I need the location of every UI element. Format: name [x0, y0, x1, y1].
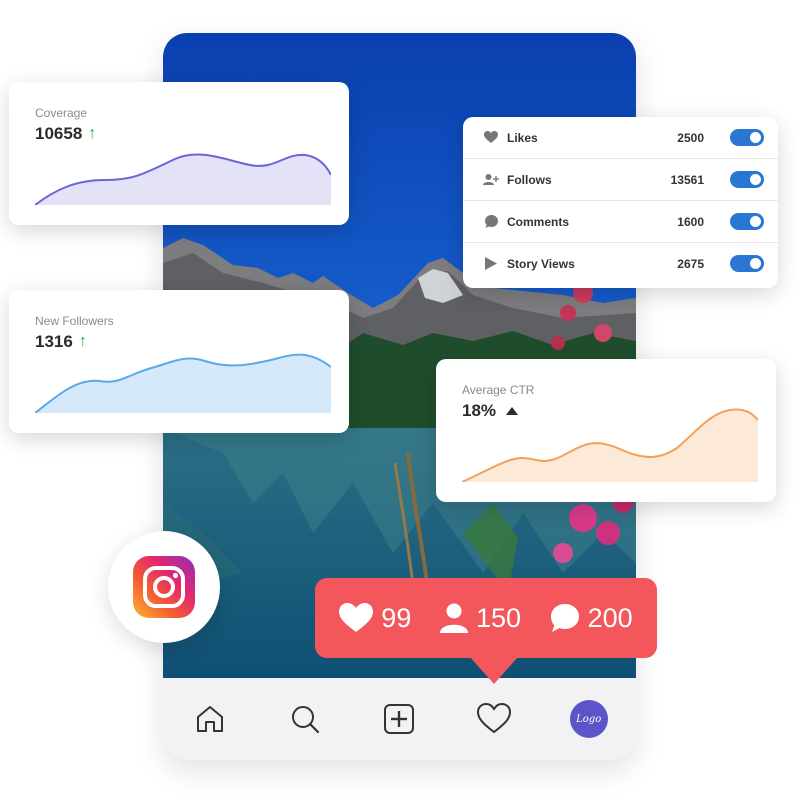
profile-button[interactable]: Logo: [567, 697, 611, 741]
story-views-toggle[interactable]: [730, 255, 764, 272]
stat-row-likes: Likes 2500: [463, 117, 778, 159]
play-icon: [483, 256, 499, 272]
coverage-sparkline: [35, 153, 331, 205]
search-icon: [291, 706, 319, 734]
add-user-icon: [483, 172, 499, 188]
arrow-up-icon: ↑: [78, 333, 87, 350]
coverage-card: Coverage 10658 ↑: [9, 82, 349, 225]
user-icon: [439, 603, 468, 633]
new-followers-value: 1316: [35, 332, 73, 351]
followers-count-item: 150: [439, 602, 522, 634]
comments-count: 200: [587, 602, 633, 633]
notification-bubble: 99 150 200: [315, 578, 657, 684]
bottom-navigation: Logo: [163, 678, 636, 760]
stat-value: 1600: [677, 214, 704, 229]
heart-icon: [339, 603, 374, 632]
search-button[interactable]: [283, 697, 327, 741]
engagement-stats-card: Likes 2500 Follows 13561 Comments 1600 S…: [463, 117, 778, 288]
home-icon: [197, 706, 224, 732]
activity-button[interactable]: [472, 697, 516, 741]
coverage-value: 10658: [35, 124, 83, 143]
new-followers-sparkline: [35, 353, 331, 413]
new-post-button[interactable]: [377, 697, 421, 741]
stat-label: Story Views: [507, 256, 575, 271]
stat-label: Comments: [507, 214, 570, 229]
comments-count-item: 200: [550, 603, 633, 634]
profile-logo-avatar: Logo: [569, 700, 608, 738]
stat-value: 2500: [677, 130, 704, 145]
stat-value: 2675: [677, 256, 704, 271]
stat-value: 13561: [670, 172, 704, 187]
instagram-badge: [108, 531, 220, 643]
stat-label: Follows: [507, 172, 552, 187]
likes-count: 99: [381, 602, 412, 633]
comment-icon: [483, 214, 499, 230]
new-followers-value-row: 1316 ↑: [35, 332, 87, 352]
arrow-up-icon: ↑: [88, 125, 97, 142]
heart-icon: [483, 130, 499, 146]
comments-toggle[interactable]: [730, 213, 764, 230]
add-post-icon: [384, 704, 415, 734]
average-ctr-sparkline: [462, 408, 758, 482]
follows-toggle[interactable]: [730, 171, 764, 188]
likes-count-item: 99: [339, 603, 411, 634]
coverage-label: Coverage: [35, 106, 88, 120]
average-ctr-label: Average CTR: [462, 383, 535, 397]
comment-icon: [550, 604, 579, 632]
followers-count: 150: [475, 602, 522, 633]
new-followers-label: New Followers: [35, 314, 114, 328]
new-followers-card: New Followers 1316 ↑: [9, 290, 349, 433]
activity-heart-icon: [477, 702, 512, 734]
stat-row-story-views: Story Views 2675: [463, 243, 778, 284]
stat-row-follows: Follows 13561: [463, 159, 778, 201]
stat-label: Likes: [507, 130, 538, 145]
instagram-logo-icon: [133, 556, 195, 618]
average-ctr-card: Average CTR 18%: [436, 359, 776, 502]
stat-row-comments: Comments 1600: [463, 201, 778, 243]
likes-toggle[interactable]: [730, 129, 764, 146]
coverage-value-row: 10658 ↑: [35, 124, 96, 144]
home-button[interactable]: [188, 697, 232, 741]
